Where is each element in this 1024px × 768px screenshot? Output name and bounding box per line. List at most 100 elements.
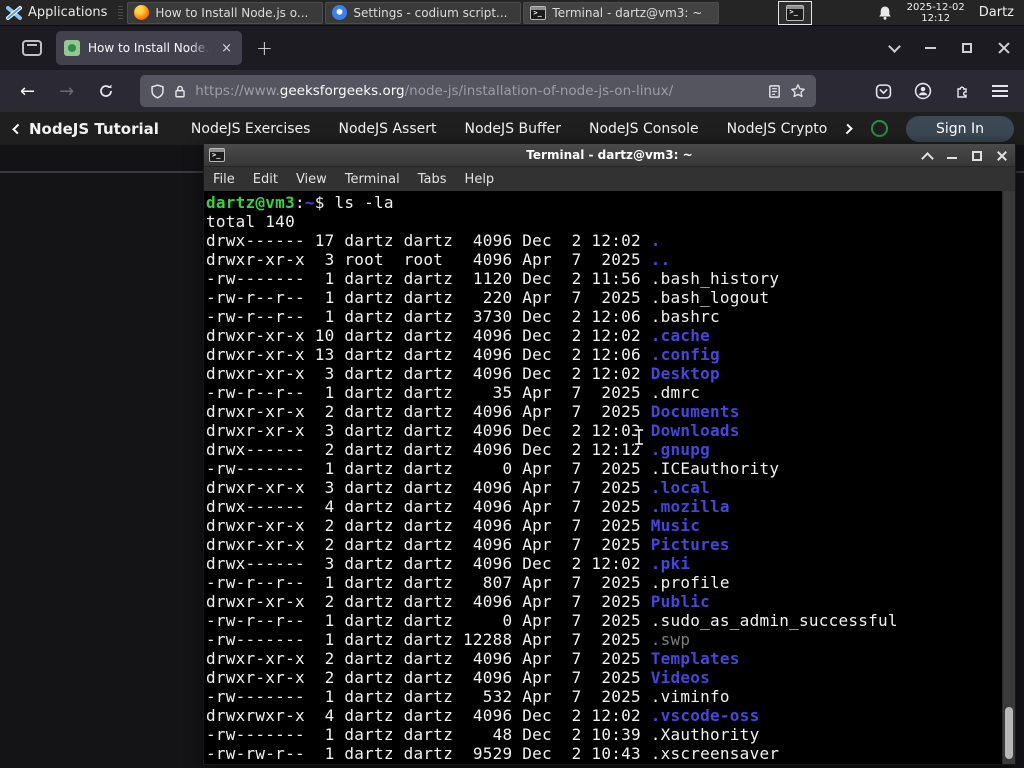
- back-button[interactable]: ←: [10, 81, 45, 102]
- notification-bell-icon[interactable]: [877, 5, 893, 21]
- search-icon[interactable]: [871, 120, 889, 137]
- terminal-menu-file[interactable]: File: [204, 172, 244, 187]
- terminal-output-line: -rw------- 1 dartz dartz 0 Apr 7 2025 .I…: [206, 459, 780, 478]
- list-tabs-chevron-icon[interactable]: [888, 39, 901, 53]
- minimize-icon[interactable]: [925, 47, 936, 49]
- firefox-nav-toolbar: ← → https://www.geeksforgeeks.org/node-j…: [0, 70, 1024, 112]
- menu-icon[interactable]: [992, 85, 1008, 97]
- tab-close-icon[interactable]: ×: [219, 41, 234, 56]
- site-nav-item[interactable]: NodeJS Exercises: [191, 121, 311, 137]
- terminal-output-line: drwxr-xr-x 13 dartz dartz 4096 Dec 2 12:…: [206, 345, 720, 364]
- applications-menu-button[interactable]: Applications: [0, 0, 115, 26]
- reload-button[interactable]: [88, 83, 124, 99]
- terminal-output-line: drwxr-xr-x 2 dartz dartz 4096 Apr 7 2025…: [206, 668, 711, 687]
- terminal-title: Terminal - dartz@vm3: ~: [526, 148, 693, 162]
- close-icon[interactable]: [998, 42, 1010, 54]
- terminal-output-line: -rw------- 1 dartz dartz 12288 Apr 7 202…: [206, 630, 691, 649]
- scrollbar-thumb[interactable]: [1005, 707, 1013, 759]
- terminal-icon: [786, 4, 805, 21]
- terminal-output-line: drwx------ 2 dartz dartz 4096 Dec 2 12:1…: [206, 440, 711, 459]
- terminal-menubar: File Edit View Terminal Tabs Help: [204, 167, 1015, 191]
- xubuntu-logo-icon: [6, 5, 22, 20]
- site-nav-bar: NodeJS Tutorial NodeJS Exercises NodeJS As…: [0, 112, 1024, 145]
- terminal-window: Terminal - dartz@vm3: ~ FileEditViewTerm…: [203, 143, 1016, 765]
- terminal-output-line: drwxr-xr-x 2 dartz dartz 4096 Apr 7 2025…: [206, 402, 740, 421]
- tray-terminal-icon[interactable]: [778, 0, 813, 25]
- tab-title: How to Install Node.js o: [88, 41, 212, 55]
- terminal-body[interactable]: dartz@vm3:~$ ls -la total 140 drwx------ 1…: [204, 191, 1015, 764]
- terminal-output-line: drwxr-xr-x 2 dartz dartz 4096 Apr 7 2025…: [206, 592, 711, 611]
- terminal-output-line: -rw-rw-r-- 1 dartz dartz 9529 Dec 2 10:4…: [206, 744, 780, 763]
- terminal-output-line: drwxr-xr-x 3 dartz dartz 4096 Dec 2 12:0…: [206, 364, 720, 383]
- url-text: https://www.geeksforgeeks.org/node-js/in…: [195, 83, 674, 99]
- desktop: Applications How to Install Node.js o...…: [0, 0, 1024, 768]
- terminal-output-line: drwx------ 4 dartz dartz 4096 Apr 7 2025…: [206, 497, 730, 516]
- text-cursor: [633, 428, 645, 446]
- shield-icon[interactable]: [150, 83, 165, 99]
- terminal-output-line: -rw-r--r-- 1 dartz dartz 0 Apr 7 2025 .s…: [206, 611, 898, 630]
- clock[interactable]: 2025-12-02 12:12: [907, 2, 965, 24]
- site-nav-item[interactable]: NodeJS Buffer: [465, 121, 562, 137]
- site-nav-item[interactable]: NodeJS Crypto: [727, 121, 828, 137]
- terminal-titlebar[interactable]: Terminal - dartz@vm3: ~: [204, 144, 1015, 167]
- browser-tab[interactable]: How to Install Node.js o ×: [56, 31, 242, 65]
- taskbar-button-terminal[interactable]: Terminal - dartz@vm3: ~: [523, 1, 720, 24]
- url-bar[interactable]: https://www.geeksforgeeks.org/node-js/in…: [140, 75, 817, 107]
- terminal-output-line: -rw------- 1 dartz dartz 532 Apr 7 2025 …: [206, 687, 730, 706]
- terminal-output-line: drwxr-xr-x 3 dartz dartz 4096 Apr 7 2025…: [206, 478, 711, 497]
- user-menu[interactable]: Dartz: [979, 5, 1014, 20]
- clock-time: 12:12: [921, 12, 951, 24]
- taskbar-label: How to Install Node.js o...: [155, 5, 309, 20]
- terminal-output-line: drwxr-xr-x 2 dartz dartz 4096 Apr 7 2025…: [206, 516, 701, 535]
- new-tab-button[interactable]: +: [256, 36, 273, 60]
- terminal-menu-tabs[interactable]: Tabs: [409, 172, 456, 187]
- site-nav-item[interactable]: NodeJS Console: [589, 121, 699, 137]
- terminal-menu-help[interactable]: Help: [456, 172, 504, 187]
- firefox-view-icon[interactable]: [22, 40, 42, 56]
- minimize-icon[interactable]: [947, 151, 957, 161]
- maximize-icon[interactable]: [972, 150, 982, 161]
- terminal-menu-terminal[interactable]: Terminal: [336, 172, 409, 187]
- terminal-output-line: drwx------ 3 dartz dartz 4096 Dec 2 12:0…: [206, 554, 691, 573]
- scroll-right-chevron-icon[interactable]: [842, 123, 853, 134]
- pocket-icon[interactable]: [875, 83, 892, 100]
- shade-icon[interactable]: [922, 151, 932, 161]
- terminal-output-line: -rw-r--r-- 1 dartz dartz 35 Apr 7 2025 .…: [206, 383, 701, 402]
- forward-button[interactable]: →: [49, 81, 84, 102]
- reader-mode-icon[interactable]: [767, 84, 782, 99]
- bookmark-star-icon[interactable]: [790, 83, 806, 99]
- terminal-output-line: drwxr-xr-x 3 root root 4096 Apr 7 2025 .…: [206, 250, 671, 269]
- terminal-menu-view[interactable]: View: [287, 172, 336, 187]
- terminal-output: dartz@vm3:~$ ls -la total 140 drwx------ 1…: [206, 193, 1001, 763]
- site-nav-items: NodeJS Tutorial NodeJS Exercises NodeJS As…: [29, 120, 838, 138]
- tasklist-grip: [118, 5, 124, 20]
- terminal-menu-edit[interactable]: Edit: [244, 172, 287, 187]
- account-icon[interactable]: [914, 82, 932, 100]
- lock-icon[interactable]: [173, 84, 187, 99]
- terminal-output-line: drwxrwxr-x 4 dartz dartz 4096 Dec 2 12:0…: [206, 706, 760, 725]
- terminal-output-line: drwxr-xr-x 2 dartz dartz 4096 Apr 7 2025…: [206, 535, 730, 554]
- terminal-output-line: drwxr-xr-x 3 dartz dartz 4096 Dec 2 12:0…: [206, 421, 740, 440]
- terminal-output-line: -rw------- 1 dartz dartz 48 Dec 2 10:39 …: [206, 725, 760, 744]
- clock-date: 2025-12-02: [906, 1, 965, 13]
- top-panel: Applications How to Install Node.js o...…: [0, 0, 1024, 26]
- terminal-output-line: drwxr-xr-x 10 dartz dartz 4096 Dec 2 12:…: [206, 326, 711, 345]
- codium-settings-icon: [332, 5, 348, 20]
- scroll-left-chevron-icon[interactable]: [12, 123, 23, 134]
- terminal-output-line: -rw-r--r-- 1 dartz dartz 220 Apr 7 2025 …: [206, 288, 770, 307]
- extensions-icon[interactable]: [954, 83, 970, 99]
- terminal-prompt-line: dartz@vm3:~$ ls -la: [206, 193, 394, 212]
- terminal-scrollbar[interactable]: [1002, 191, 1015, 764]
- maximize-icon[interactable]: [962, 43, 972, 53]
- taskbar-label: Terminal - dartz@vm3: ~: [552, 5, 703, 20]
- terminal-output-line: -rw------- 1 dartz dartz 1120 Dec 2 11:5…: [206, 269, 780, 288]
- close-icon[interactable]: [997, 151, 1007, 161]
- geeksforgeeks-favicon: [64, 40, 80, 56]
- terminal-output-line: -rw-r--r-- 1 dartz dartz 3730 Dec 2 12:0…: [206, 307, 720, 326]
- taskbar-button-codium-settings[interactable]: Settings - codium script...: [325, 1, 522, 24]
- site-nav-item[interactable]: NodeJS Assert: [338, 121, 436, 137]
- terminal-output-line: total 140: [206, 212, 295, 231]
- sign-in-button[interactable]: Sign In: [906, 115, 1015, 142]
- taskbar-button-firefox[interactable]: How to Install Node.js o...: [127, 1, 324, 24]
- site-nav-item[interactable]: NodeJS Tutorial: [29, 120, 159, 138]
